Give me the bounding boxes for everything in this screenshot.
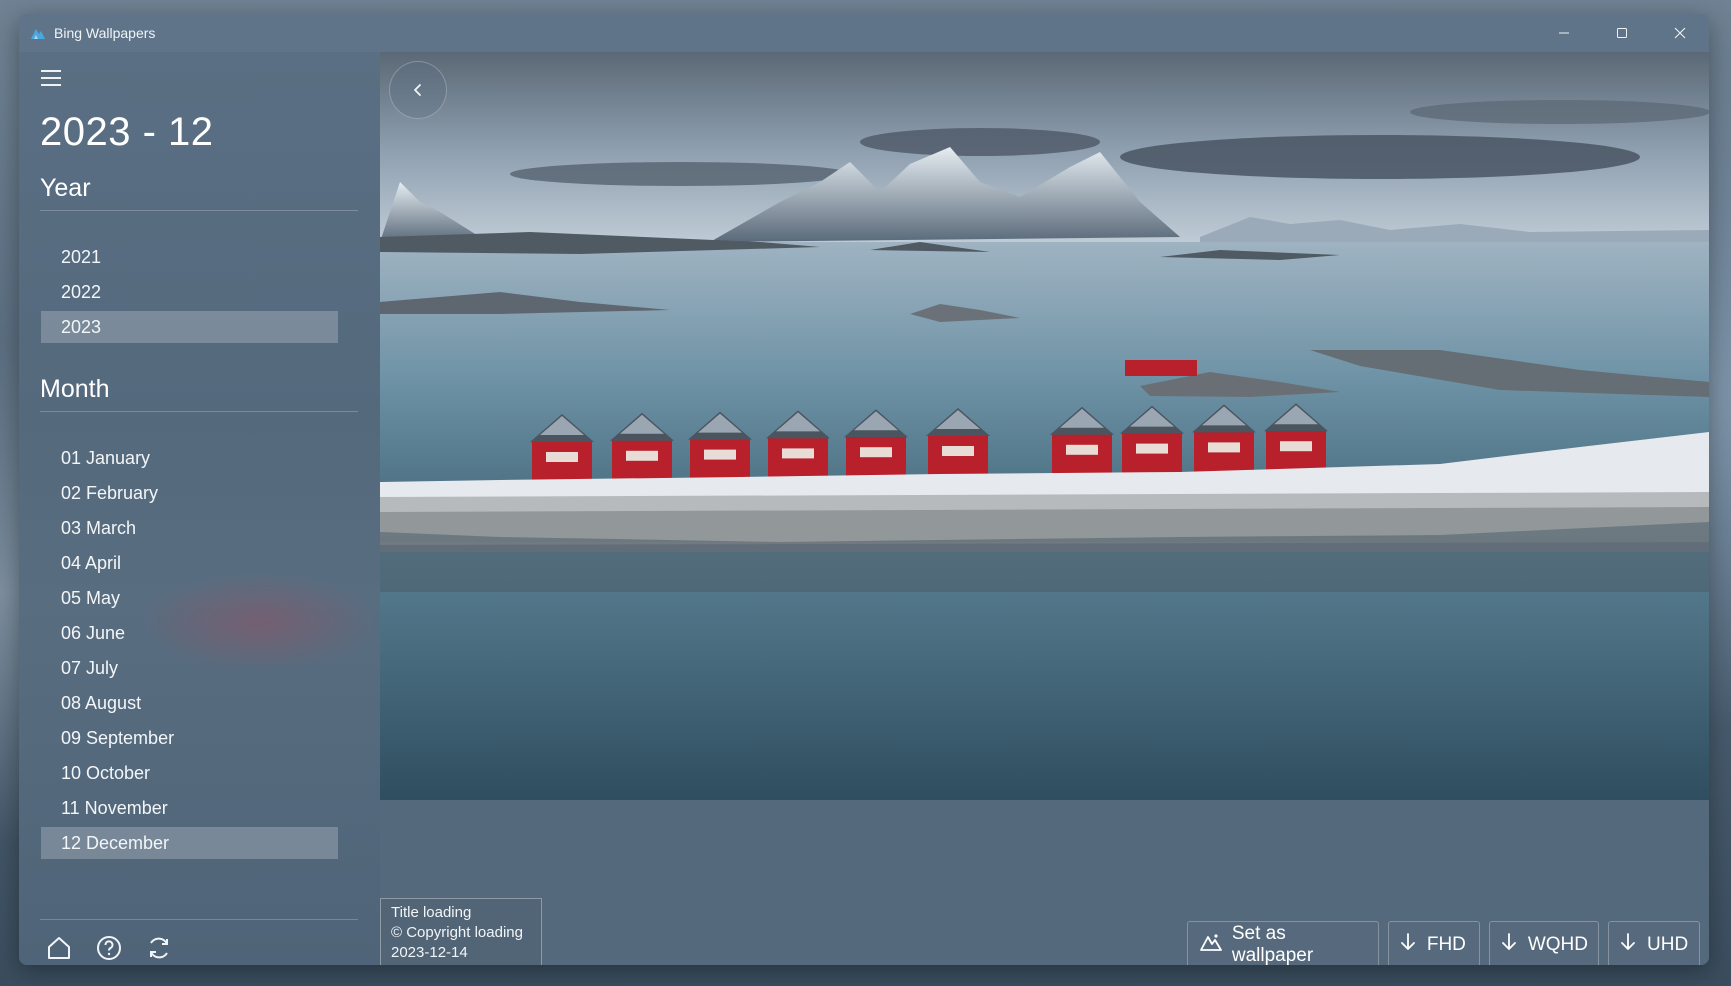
month-item-11-november[interactable]: 11 November	[41, 792, 338, 824]
window-controls	[1535, 14, 1709, 52]
island-house	[1125, 360, 1197, 376]
footer-divider	[40, 919, 358, 920]
download-wqhd-button[interactable]: WQHD	[1488, 921, 1599, 965]
month-item-03-march[interactable]: 03 March	[41, 512, 338, 544]
month-item-05-may[interactable]: 05 May	[41, 582, 338, 614]
download-uhd-button[interactable]: UHD	[1608, 921, 1700, 965]
wallpaper-copyright: © Copyright loading	[391, 924, 523, 941]
fhd-label: FHD	[1426, 934, 1466, 955]
wqhd-label: WQHD	[1527, 934, 1588, 955]
app-window: Bing Wallpapers 2023 - 12 Year 2021 2022 2…	[19, 14, 1709, 965]
year-header: Year	[40, 174, 91, 202]
home-icon[interactable]	[45, 934, 73, 962]
set-as-wallpaper-label: Set as wallpaper	[1231, 923, 1314, 965]
wallpaper-image	[380, 52, 1709, 800]
back-button[interactable]	[389, 61, 447, 119]
month-item-02-february[interactable]: 02 February	[41, 477, 338, 509]
wallpaper-icon	[1199, 932, 1222, 958]
month-header: Month	[40, 375, 110, 403]
download-arrow-icon	[1500, 932, 1518, 958]
app-logo-icon	[30, 25, 46, 41]
month-item-04-april[interactable]: 04 April	[41, 547, 338, 579]
maximize-button[interactable]	[1593, 14, 1651, 52]
minimize-button[interactable]	[1535, 14, 1593, 52]
month-item-06-june[interactable]: 06 June	[41, 617, 338, 649]
month-item-08-august[interactable]: 08 August	[41, 687, 338, 719]
footer-toolbar	[45, 934, 173, 962]
wallpaper-date: 2023-12-14	[391, 944, 468, 961]
main-content: Title loading © Copyright loading 2023-1…	[380, 52, 1709, 965]
year-item-2023[interactable]: 2023	[41, 311, 338, 343]
hamburger-menu-icon[interactable]	[41, 70, 61, 86]
month-divider	[40, 411, 358, 412]
title-bar[interactable]: Bing Wallpapers	[19, 14, 1709, 52]
page-title: 2023 - 12	[40, 110, 214, 154]
year-item-2021[interactable]: 2021	[41, 241, 338, 273]
month-item-01-january[interactable]: 01 January	[41, 442, 338, 474]
wallpaper-info-card: Title loading © Copyright loading 2023-1…	[380, 898, 542, 965]
download-arrow-icon	[1619, 932, 1637, 958]
help-icon[interactable]	[95, 934, 123, 962]
close-button[interactable]	[1651, 14, 1709, 52]
action-bar: Set as wallpaper FHD WQHD UHD	[1186, 921, 1700, 965]
set-as-wallpaper-button[interactable]: Set as wallpaper	[1186, 921, 1379, 965]
refresh-icon[interactable]	[145, 934, 173, 962]
download-arrow-icon	[1399, 932, 1417, 958]
uhd-label: UHD	[1647, 934, 1689, 955]
download-fhd-button[interactable]: FHD	[1387, 921, 1480, 965]
year-item-2022[interactable]: 2022	[41, 276, 338, 308]
month-item-09-september[interactable]: 09 September	[41, 722, 338, 754]
year-divider	[40, 210, 358, 211]
window-title: Bing Wallpapers	[54, 25, 156, 41]
sidebar: 2023 - 12 Year 2021 2022 2023 Month 01 Jan…	[19, 52, 380, 965]
month-item-12-december[interactable]: 12 December	[41, 827, 338, 859]
month-item-07-july[interactable]: 07 July	[41, 652, 338, 684]
wallpaper-title: Title loading	[391, 904, 472, 921]
month-item-10-october[interactable]: 10 October	[41, 757, 338, 789]
